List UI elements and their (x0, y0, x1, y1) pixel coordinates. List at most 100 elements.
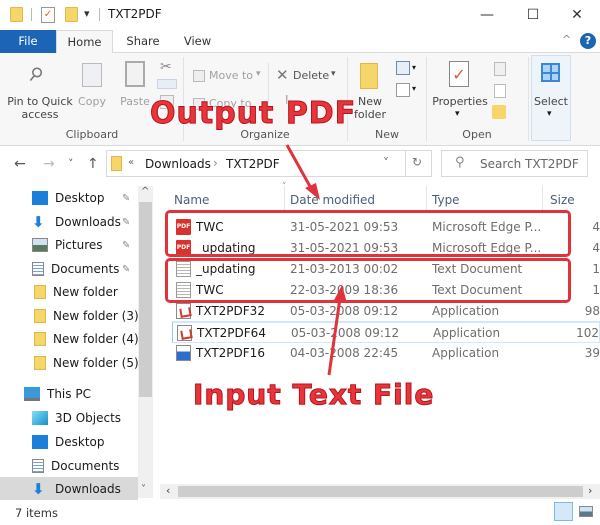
paste-button[interactable]: Paste (116, 95, 154, 108)
edit-icon[interactable] (494, 84, 506, 98)
sidebar-item-downloads-pc[interactable]: ⬇ Downloads (0, 477, 138, 500)
file-name: TXT2PDF64 (197, 326, 266, 340)
file-size: 98 (584, 304, 600, 318)
details-view-button[interactable] (554, 502, 573, 521)
customize-quick-access-dropdown[interactable]: ▾ (84, 7, 90, 20)
tab-view[interactable]: View (175, 30, 220, 53)
divider (99, 8, 100, 21)
divider (528, 57, 529, 141)
tab-home[interactable]: Home (56, 30, 113, 54)
column-header-type[interactable]: Type (432, 193, 460, 207)
chevron-down-icon: ▾ (412, 63, 417, 72)
breadcrumb-downloads[interactable]: Downloads (145, 157, 211, 171)
sidebar-item-label: Downloads (55, 215, 121, 229)
documents-icon (32, 262, 44, 276)
back-button[interactable]: ← (14, 156, 26, 172)
breadcrumb-overflow[interactable]: « (128, 157, 134, 168)
new-group-label: New (375, 128, 399, 141)
search-box[interactable]: ⚲ Search TXT2PDF (441, 150, 588, 177)
refresh-button[interactable]: ↻ (412, 155, 422, 169)
cut-icon[interactable]: ✂ (160, 59, 172, 75)
sidebar-item-downloads[interactable]: ⬇ Downloads ✎ (0, 210, 140, 234)
search-input[interactable]: Search TXT2PDF (480, 157, 579, 171)
maximize-button[interactable]: ☐ (510, 0, 556, 30)
sidebar-item-documents[interactable]: Documents ✎ (0, 257, 140, 281)
column-header-size[interactable]: Size (550, 193, 575, 207)
address-bar[interactable]: « Downloads › TXT2PDF ˅ ↻ (106, 150, 432, 177)
select-label: Select (534, 95, 568, 108)
application-icon (176, 345, 191, 361)
file-name: TXT2PDF32 (196, 304, 265, 318)
file-size: 39 (584, 346, 600, 360)
properties-icon: ✓ (449, 61, 469, 87)
recent-locations-button[interactable]: ˅ (68, 157, 74, 170)
file-row[interactable]: TXT2PDF64 05-03-2008 09:12 Application 1… (172, 322, 600, 343)
large-icons-view-button[interactable] (579, 506, 593, 517)
window-title: TXT2PDF (108, 7, 162, 21)
scrollbar-thumb[interactable] (178, 486, 583, 497)
scroll-right-icon[interactable]: › (588, 484, 592, 497)
folder-icon (111, 156, 122, 171)
copy-button[interactable]: Copy (76, 95, 108, 108)
scroll-down-icon[interactable]: ˅ (141, 484, 146, 495)
file-name: TXT2PDF16 (196, 346, 265, 360)
forward-button[interactable]: → (43, 156, 55, 172)
file-row[interactable]: TXT2PDF32 05-03-2008 09:12 Application 9… (172, 301, 600, 322)
column-header-date-modified[interactable]: Date modified (290, 193, 375, 207)
sidebar-item-label: This PC (47, 387, 91, 401)
properties-button[interactable]: Properties (430, 95, 490, 108)
collapse-ribbon-button[interactable]: ^ (562, 33, 571, 46)
history-icon[interactable] (492, 105, 506, 119)
divider (284, 186, 285, 210)
tab-file[interactable]: File (0, 30, 56, 53)
up-button[interactable]: ↑ (87, 156, 99, 172)
delete-icon: ✕ (276, 66, 289, 84)
move-to-button[interactable]: Move to (209, 69, 253, 82)
help-icon[interactable]: ? (580, 33, 596, 49)
copy-path-icon[interactable] (157, 79, 177, 89)
sidebar-item-label: New folder (4) (53, 332, 139, 346)
open-icon[interactable] (494, 62, 506, 76)
sidebar-item-new-folder-5[interactable]: New folder (5) (0, 351, 140, 375)
3d-objects-icon (32, 411, 48, 425)
sidebar-item-pictures[interactable]: Pictures ✎ (0, 233, 140, 257)
sidebar-item-desktop[interactable]: Desktop ✎ (0, 186, 140, 210)
file-row[interactable]: TXT2PDF16 04-03-2008 22:45 Application 3… (172, 343, 600, 364)
pin-icon: ⚲ (23, 62, 48, 87)
scroll-up-icon[interactable]: ^ (141, 186, 149, 197)
column-header-name[interactable]: Name (174, 193, 209, 207)
sidebar-item-label: New folder (3) (53, 309, 139, 323)
sidebar-item-this-pc[interactable]: This PC (0, 382, 140, 406)
scrollbar-thumb[interactable] (139, 202, 152, 397)
sidebar-item-documents-pc[interactable]: Documents (0, 454, 140, 478)
easy-access-icon[interactable] (396, 83, 410, 97)
new-folder-icon (360, 63, 378, 89)
open-group-label: Open (462, 128, 492, 141)
close-button[interactable]: ✕ (554, 0, 600, 30)
chevron-down-icon: ▾ (256, 69, 261, 79)
minimize-button[interactable]: — (464, 0, 510, 30)
sidebar-item-new-folder[interactable]: New folder (0, 280, 140, 304)
new-folder-quick-icon[interactable] (65, 7, 78, 22)
pin-to-quick-access-button[interactable]: Pin to Quick access (4, 95, 76, 121)
scroll-left-icon[interactable]: ‹ (166, 484, 170, 497)
sidebar-item-label: Desktop (55, 191, 105, 205)
properties-quick-icon[interactable]: ✓ (41, 7, 55, 23)
divider (31, 8, 32, 21)
breadcrumb-txt2pdf[interactable]: TXT2PDF (226, 157, 280, 171)
sidebar-item-3d-objects[interactable]: 3D Objects (0, 406, 140, 430)
address-dropdown[interactable]: ˅ (383, 156, 389, 170)
horizontal-scrollbar[interactable]: ‹ › (160, 484, 600, 499)
sidebar-item-label: Pictures (55, 238, 103, 252)
new-item-icon[interactable] (396, 61, 410, 75)
tab-share[interactable]: Share (118, 30, 168, 53)
status-bar: 7 items (0, 500, 600, 525)
breadcrumb-separator: › (213, 156, 218, 170)
sidebar-item-new-folder-3[interactable]: New folder (3) (0, 304, 140, 328)
delete-button[interactable]: Delete (293, 69, 329, 82)
sidebar-item-desktop-pc[interactable]: Desktop (0, 430, 140, 454)
search-icon: ⚲ (455, 155, 465, 170)
sidebar-item-new-folder-4[interactable]: New folder (4) (0, 327, 140, 351)
file-type: Application (432, 346, 500, 360)
sidebar-scrollbar[interactable]: ^ ˅ (138, 186, 153, 498)
